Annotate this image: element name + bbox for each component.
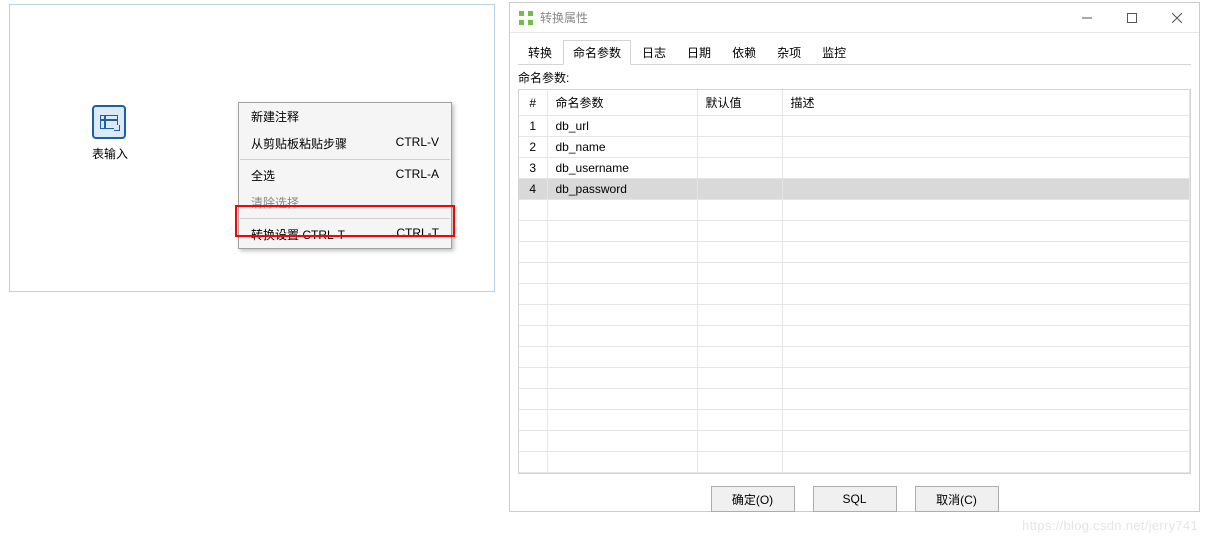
step-label: 表输入	[80, 145, 140, 162]
col-default[interactable]: 默认值	[697, 90, 782, 116]
sql-button[interactable]: SQL	[813, 486, 897, 512]
menu-label: 全选	[251, 167, 275, 184]
table-row[interactable]: 3db_username	[519, 158, 1190, 179]
menu-trans-settings[interactable]: 转换设置 CTRL-T CTRL-T	[239, 221, 451, 248]
table-row-empty[interactable]	[519, 284, 1190, 305]
section-label: 命名参数:	[518, 69, 1191, 86]
param-table: # 命名参数 默认值 描述 1db_url2db_name3db_usernam…	[519, 90, 1190, 473]
tab-date[interactable]: 日期	[677, 40, 721, 65]
table-row-empty[interactable]	[519, 221, 1190, 242]
dialog-content: 转换 命名参数 日志 日期 依赖 杂项 监控 命名参数: # 命名参数	[510, 33, 1199, 474]
maximize-button[interactable]	[1109, 3, 1154, 32]
cell-desc[interactable]	[782, 137, 1190, 158]
cell-default[interactable]	[697, 116, 782, 137]
ok-button[interactable]: 确定(O)	[711, 486, 795, 512]
table-row-empty[interactable]	[519, 431, 1190, 452]
minimize-icon	[1082, 13, 1092, 23]
table-row-empty[interactable]	[519, 410, 1190, 431]
table-input-icon	[100, 115, 118, 129]
cell-num[interactable]: 3	[519, 158, 547, 179]
close-button[interactable]	[1154, 3, 1199, 32]
tab-misc[interactable]: 杂项	[767, 40, 811, 65]
col-desc[interactable]: 描述	[782, 90, 1190, 116]
dialog-trans-properties: 转换属性 转换 命名参数 日志 日期 依赖 杂项 监控 命名参数:	[509, 2, 1200, 512]
watermark: https://blog.csdn.net/jerry741	[1022, 518, 1198, 533]
table-container[interactable]: # 命名参数 默认值 描述 1db_url2db_name3db_usernam…	[518, 89, 1191, 474]
tab-trans[interactable]: 转换	[518, 40, 562, 65]
menu-shortcut: CTRL-V	[396, 135, 439, 152]
menu-paste-step[interactable]: 从剪贴板粘贴步骤 CTRL-V	[239, 130, 451, 157]
tab-log[interactable]: 日志	[632, 40, 676, 65]
cell-default[interactable]	[697, 158, 782, 179]
table-row-empty[interactable]	[519, 200, 1190, 221]
col-num[interactable]: #	[519, 90, 547, 116]
cancel-button[interactable]: 取消(C)	[915, 486, 999, 512]
cell-desc[interactable]	[782, 116, 1190, 137]
table-row-empty[interactable]	[519, 263, 1190, 284]
table-row-empty[interactable]	[519, 326, 1190, 347]
menu-label: 从剪贴板粘贴步骤	[251, 135, 347, 152]
tab-monitor[interactable]: 监控	[812, 40, 856, 65]
maximize-icon	[1127, 13, 1137, 23]
cell-num[interactable]: 2	[519, 137, 547, 158]
canvas-panel[interactable]: 表输入 新建注释 从剪贴板粘贴步骤 CTRL-V 全选 CTRL-A 清除选择 …	[9, 4, 495, 292]
menu-label: 清除选择	[251, 194, 299, 211]
tab-deps[interactable]: 依赖	[722, 40, 766, 65]
tab-bar: 转换 命名参数 日志 日期 依赖 杂项 监控	[518, 39, 1191, 65]
menu-separator	[240, 159, 450, 160]
cell-name[interactable]: db_password	[547, 179, 697, 200]
menu-shortcut: CTRL-T	[396, 226, 439, 243]
table-row[interactable]: 4db_password	[519, 179, 1190, 200]
close-icon	[1172, 13, 1182, 23]
table-row-empty[interactable]	[519, 347, 1190, 368]
cell-desc[interactable]	[782, 158, 1190, 179]
col-name[interactable]: 命名参数	[547, 90, 697, 116]
table-row-empty[interactable]	[519, 389, 1190, 410]
tab-named-params[interactable]: 命名参数	[563, 40, 631, 65]
menu-new-note[interactable]: 新建注释	[239, 103, 451, 130]
cell-name[interactable]: db_name	[547, 137, 697, 158]
context-menu: 新建注释 从剪贴板粘贴步骤 CTRL-V 全选 CTRL-A 清除选择 转换设置…	[238, 102, 452, 249]
cell-name[interactable]: db_url	[547, 116, 697, 137]
table-row-empty[interactable]	[519, 368, 1190, 389]
table-row-empty[interactable]	[519, 305, 1190, 326]
window-controls	[1064, 3, 1199, 32]
table-row[interactable]: 2db_name	[519, 137, 1190, 158]
menu-shortcut: CTRL-A	[396, 167, 439, 184]
cell-num[interactable]: 4	[519, 179, 547, 200]
dialog-title: 转换属性	[540, 9, 1064, 26]
table-row-empty[interactable]	[519, 452, 1190, 473]
menu-select-all[interactable]: 全选 CTRL-A	[239, 162, 451, 189]
menu-label: 新建注释	[251, 108, 299, 125]
step-table-input[interactable]	[92, 105, 126, 139]
menu-clear-selection[interactable]: 清除选择	[239, 189, 451, 216]
menu-separator	[240, 218, 450, 219]
table-row-empty[interactable]	[519, 242, 1190, 263]
minimize-button[interactable]	[1064, 3, 1109, 32]
cell-num[interactable]: 1	[519, 116, 547, 137]
titlebar[interactable]: 转换属性	[510, 3, 1199, 33]
table-header-row: # 命名参数 默认值 描述	[519, 90, 1190, 116]
table-row[interactable]: 1db_url	[519, 116, 1190, 137]
cell-default[interactable]	[697, 179, 782, 200]
app-icon	[518, 10, 534, 26]
cell-name[interactable]: db_username	[547, 158, 697, 179]
cell-desc[interactable]	[782, 179, 1190, 200]
cell-default[interactable]	[697, 137, 782, 158]
menu-label: 转换设置 CTRL-T	[251, 226, 345, 243]
